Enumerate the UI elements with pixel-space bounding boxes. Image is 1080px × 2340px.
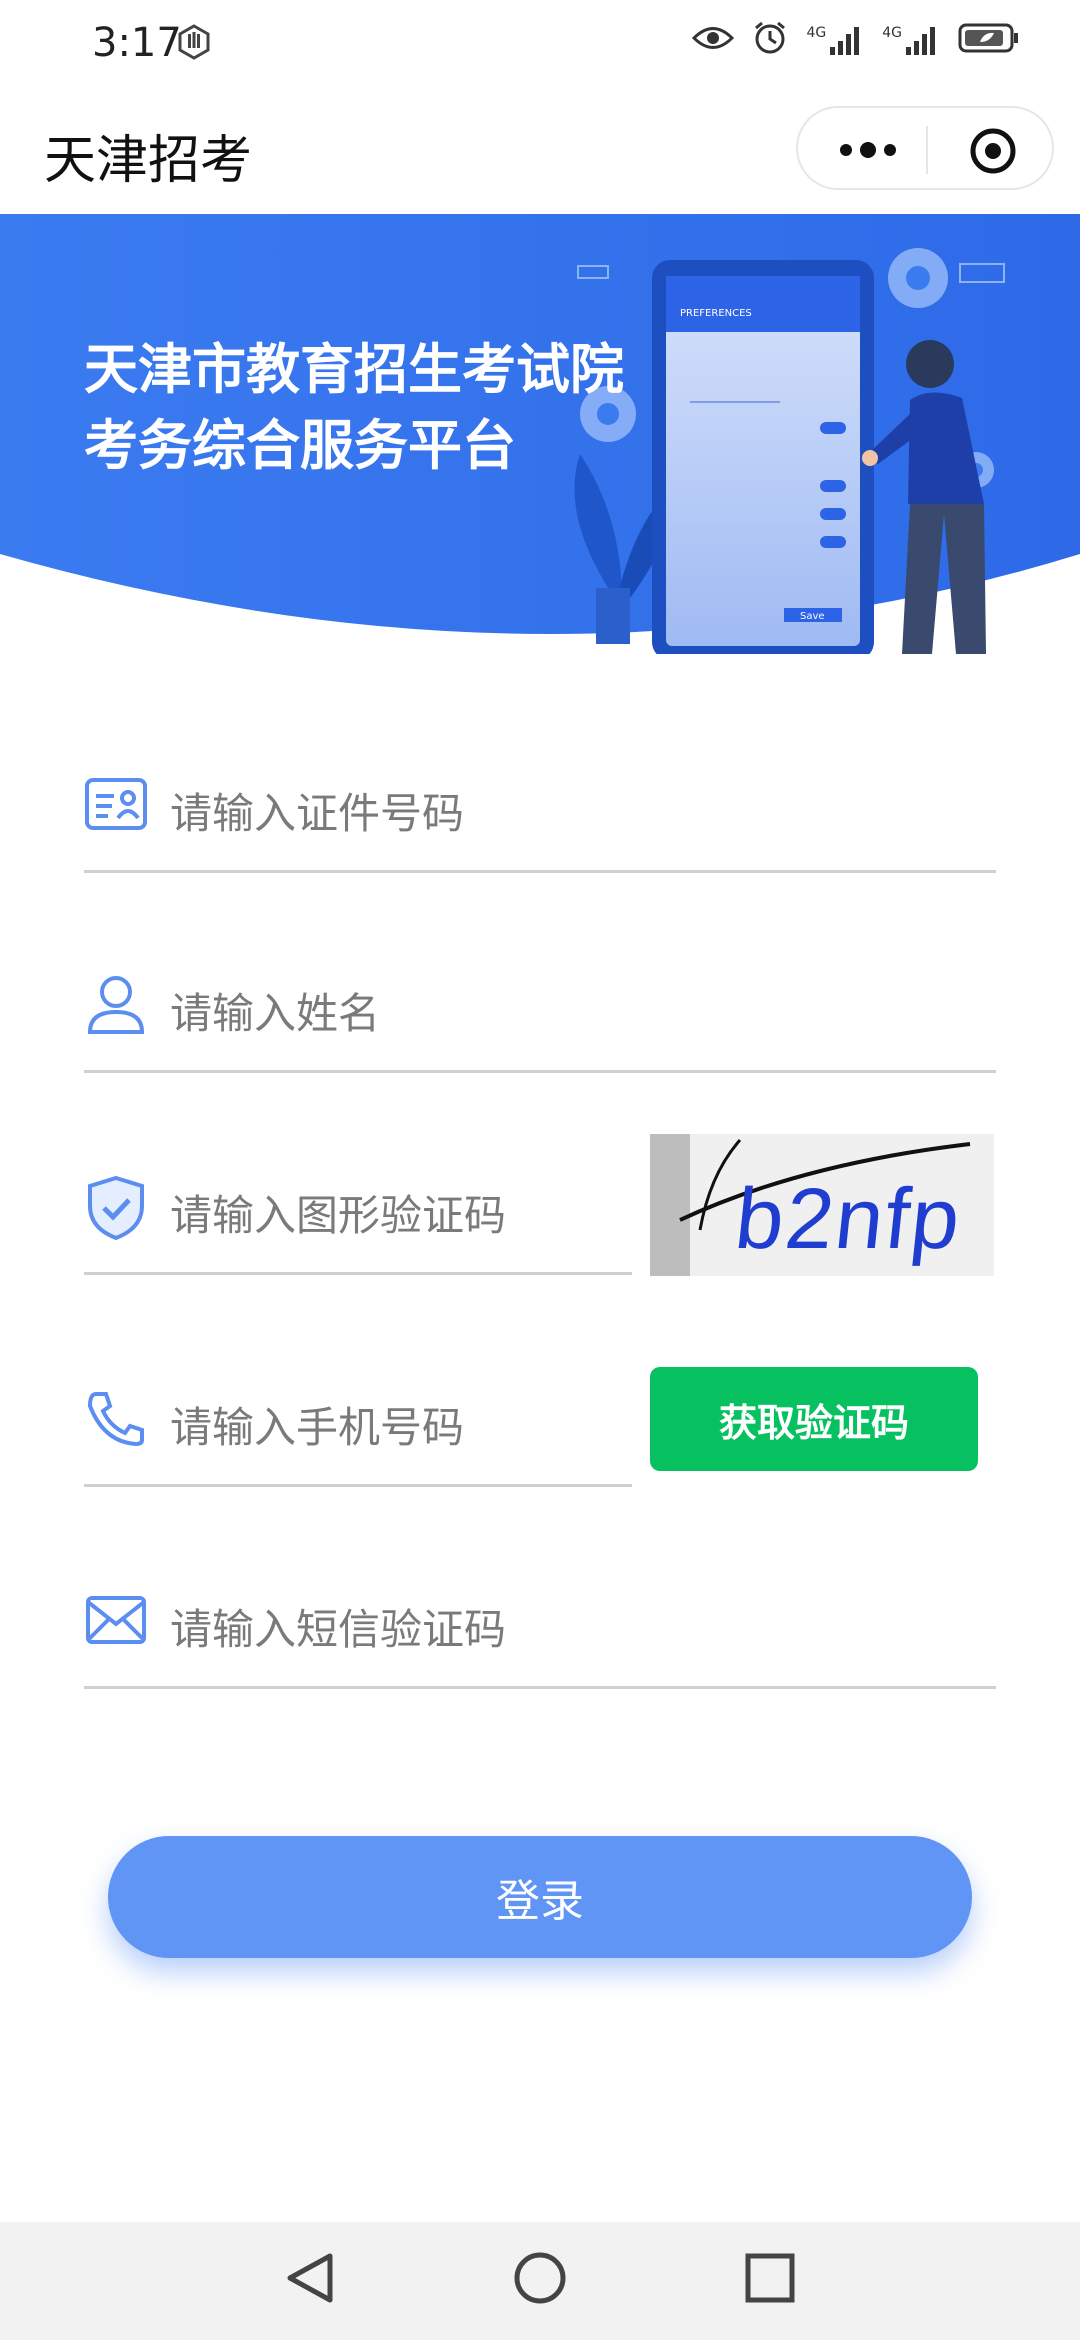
eye-icon [692, 23, 735, 57]
get-code-button[interactable]: 获取验证码 [650, 1367, 978, 1471]
phone-underline [84, 1484, 632, 1487]
captcha-text: b2nfp [731, 1171, 967, 1267]
login-button[interactable]: 登录 [108, 1836, 972, 1958]
status-icons: 4G 4G [692, 20, 1020, 60]
alarm-icon [752, 20, 788, 60]
sms-code-field[interactable]: 请输入短信验证码 [84, 1576, 996, 1692]
network-label: 4G [882, 25, 902, 41]
recent-square-icon[interactable] [744, 2250, 796, 2310]
banner-title-line2: 考务综合服务平台 [84, 414, 516, 477]
id-number-field[interactable]: 请输入证件号码 [84, 760, 996, 876]
shield-check-icon [84, 1174, 148, 1246]
battery-icon [958, 22, 1020, 58]
capsule-divider [926, 126, 928, 174]
page-title: 天津招考 [44, 131, 253, 191]
signal-4g-icon: 4G [806, 25, 864, 55]
back-triangle-icon[interactable] [284, 2250, 336, 2310]
status-time: 3:17 [92, 20, 182, 66]
title-bar: 天津招考 [0, 88, 1080, 214]
signal-4g-icon: 4G [882, 25, 940, 55]
banner-title-line1: 天津市教育招生考试院 [84, 338, 624, 401]
captcha-input[interactable]: 请输入图形验证码 [170, 1182, 506, 1243]
phone-input[interactable]: 请输入手机号码 [170, 1394, 464, 1455]
phone-heading: PREFERENCES [680, 308, 752, 319]
name-input[interactable]: 请输入姓名 [170, 980, 380, 1041]
phone-save-label: Save [800, 611, 825, 622]
name-field[interactable]: 请输入姓名 [84, 960, 996, 1076]
phone-field[interactable]: 请输入手机号码 [84, 1374, 632, 1490]
name-underline [84, 1070, 996, 1073]
id-number-input[interactable]: 请输入证件号码 [170, 780, 464, 841]
mail-icon [84, 1594, 148, 1650]
captcha-field[interactable]: 请输入图形验证码 [84, 1162, 632, 1278]
sms-code-input[interactable]: 请输入短信验证码 [170, 1596, 506, 1657]
phone-icon [84, 1390, 148, 1450]
user-icon [84, 972, 148, 1040]
sms-code-underline [84, 1686, 996, 1689]
system-nav-bar [0, 2222, 1080, 2340]
hand-icon [176, 24, 212, 64]
captcha-image[interactable]: b2nfp [650, 1134, 994, 1276]
id-card-icon [84, 776, 148, 836]
captcha-underline [84, 1272, 632, 1275]
status-bar: 3:17 4G 4G [0, 0, 1080, 88]
network-label: 4G [806, 25, 827, 41]
target-close-icon[interactable] [968, 126, 1018, 180]
more-dots-icon[interactable] [838, 130, 938, 170]
id-number-underline [84, 870, 996, 873]
home-circle-icon[interactable] [512, 2250, 568, 2310]
mini-program-capsule [796, 106, 1054, 190]
banner-title: 天津市教育招生考试院 考务综合服务平台 [84, 332, 624, 484]
banner: PREFERENCES Save 天津市教育招生考试院 考务综合服务平台 [0, 214, 1080, 654]
